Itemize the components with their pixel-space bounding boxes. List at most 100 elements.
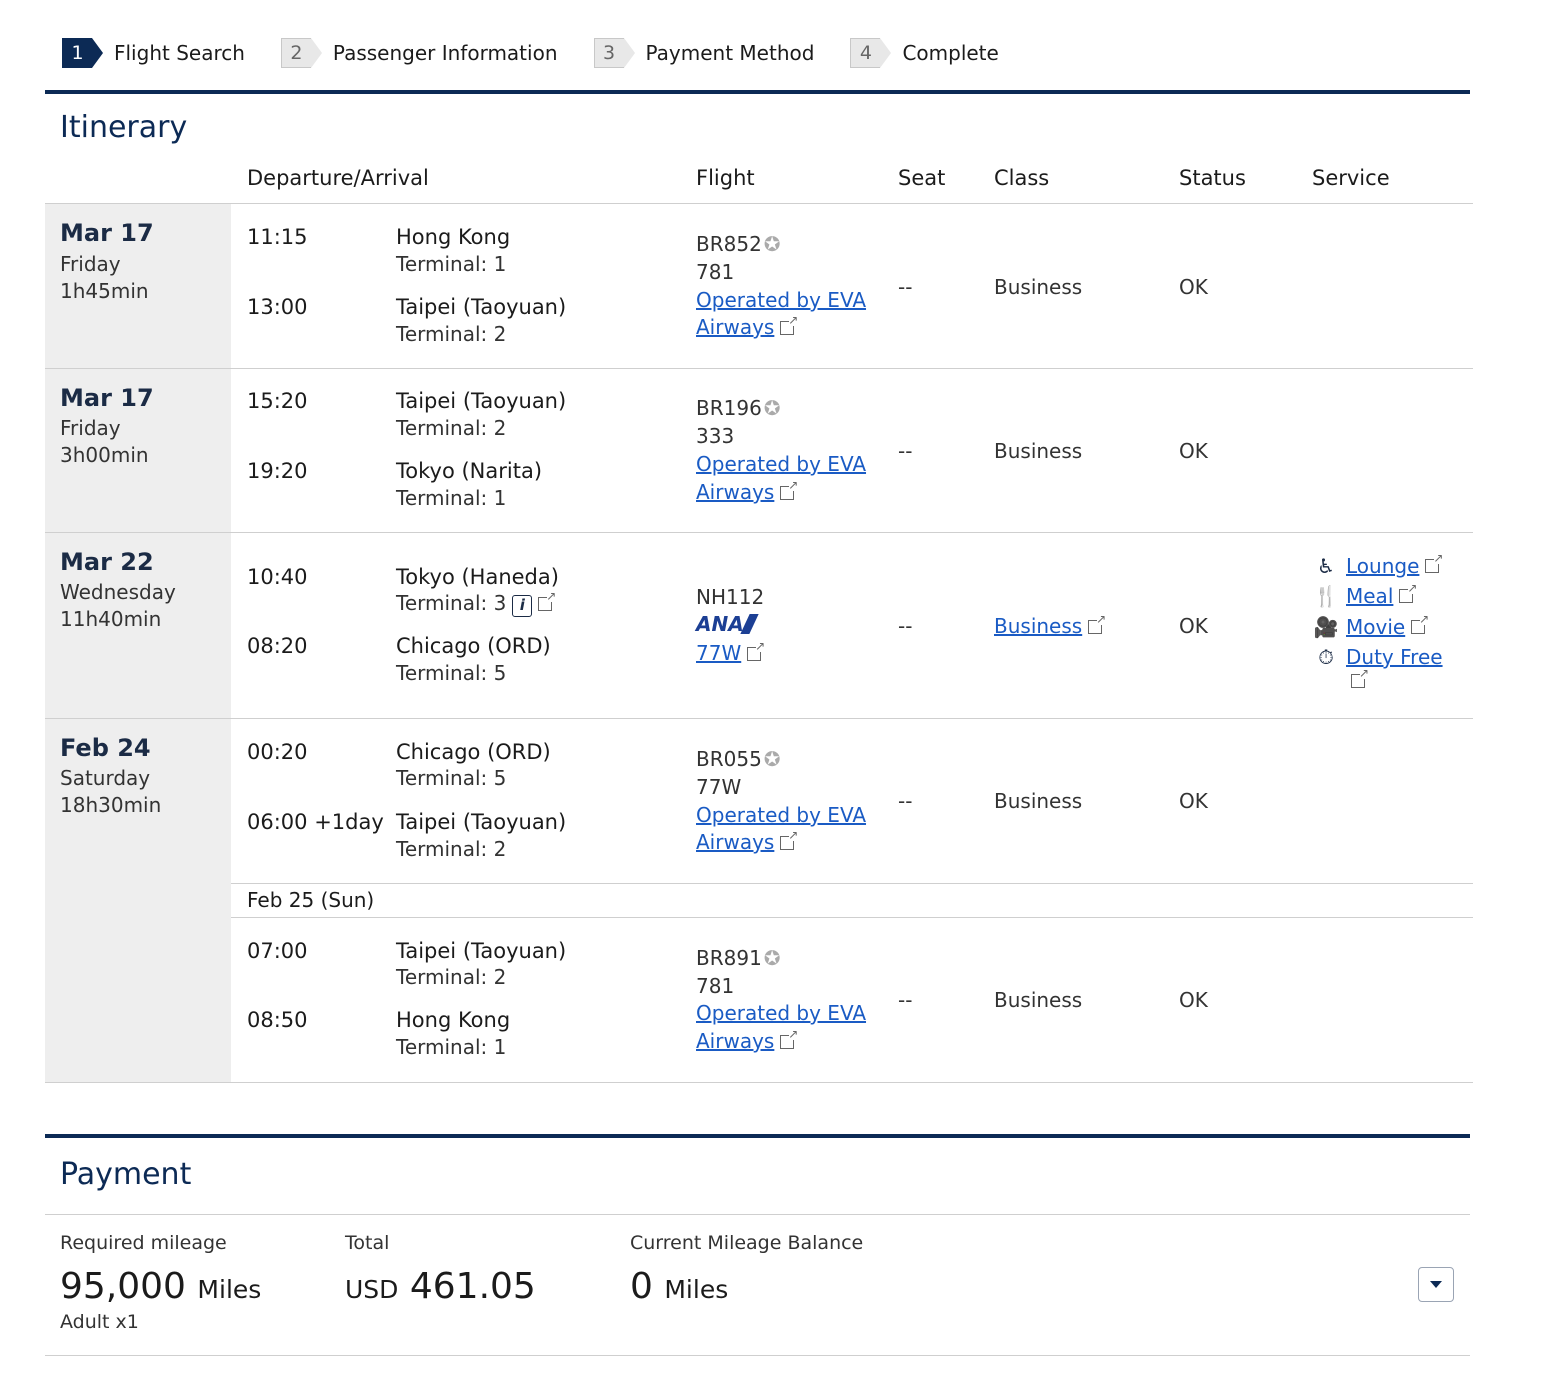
service-lounge[interactable]: ♿ Lounge [1313,551,1443,578]
ana-logo: ANA [696,612,759,636]
row-divider [231,917,1473,918]
segment-weekday: Friday [60,416,121,440]
flight-number: BR196 ✪ [696,396,781,420]
header-class: Class [994,166,1050,190]
operated-by-link-line2[interactable]: Airways [696,478,798,504]
external-link-icon [1351,666,1369,688]
section-divider [45,1134,1470,1138]
passenger-count: Adult x1 [60,1311,139,1333]
step-flight-search: 1 Flight Search [62,38,245,68]
mileage-balance-unit: Miles [664,1275,729,1304]
external-link-icon [780,1027,798,1049]
segment-duration: 18h30min [60,793,162,817]
flight-number-text: BR852 [696,232,762,256]
class-link-text[interactable]: Business [994,614,1082,638]
operated-by-link-text[interactable]: Airways [696,1029,774,1053]
flight-number-text: BR196 [696,396,762,420]
arrival-city: Chicago (ORD) [396,634,551,658]
total-currency: USD [345,1275,399,1304]
operated-by-link-line2[interactable]: Airways [696,828,798,854]
class-value: Business [994,988,1083,1012]
operated-by-link[interactable]: Operated by EVA [696,1001,866,1025]
step-number: 4 [850,38,892,68]
duty-free-icon: ⏱ [1318,645,1334,669]
total-value: USD 461.05 [345,1266,536,1307]
row-divider [45,1214,1470,1215]
seat-value: -- [898,439,913,463]
departure-city: Taipei (Taoyuan) [396,389,567,413]
arrival-time: 08:50 [247,1008,308,1032]
external-link-icon [780,828,798,850]
airline-logo-text: ANA [696,612,744,636]
total-amount: 461.05 [409,1266,536,1307]
status-value: OK [1179,275,1208,299]
operated-by-link-text[interactable]: Airways [696,830,774,854]
step-number: 2 [280,38,322,68]
operated-by-link-text[interactable]: Airways [696,480,774,504]
aircraft-type: 781 [696,974,735,998]
step-payment-method: 3 Payment Method [593,38,814,68]
service-duty-free[interactable]: ⏱ Duty Free [1313,645,1442,669]
flight-number: BR852 ✪ [696,232,781,256]
departure-terminal: Terminal: 2 [396,416,507,440]
service-meal[interactable]: 🍴 Meal [1313,581,1418,608]
row-divider [45,1082,1473,1083]
header-flight: Flight [696,166,755,190]
row-divider [45,1355,1470,1356]
header-seat: Seat [898,166,946,190]
service-link[interactable]: Movie [1346,615,1405,639]
aircraft-link[interactable]: 77W [696,639,765,665]
step-number: 1 [62,38,103,68]
payment-details-toggle[interactable] [1418,1267,1454,1302]
flight-number: BR891 ✪ [696,946,781,970]
operated-by-link-line2[interactable]: Airways [696,1027,798,1053]
row-divider [45,203,1473,204]
aircraft-type: 333 [696,424,735,448]
meal-icon: 🍴 [1313,584,1339,608]
step-number: 3 [593,38,635,68]
operated-by-link[interactable]: Operated by EVA [696,803,866,827]
external-link-icon[interactable] [538,589,556,611]
operated-by-link[interactable]: Operated by EVA [696,452,866,476]
external-link-icon [780,478,798,500]
arrival-city: Taipei (Taoyuan) [396,295,567,319]
row-divider [231,883,1473,884]
movie-icon: 🎥 [1313,615,1339,639]
service-movie[interactable]: 🎥 Movie [1313,612,1430,639]
step-label: Complete [902,41,999,65]
terminal-text: Terminal: 3 [396,591,507,615]
arrival-city: Taipei (Taoyuan) [396,810,567,834]
operated-by-link[interactable]: Operated by EVA [696,288,866,312]
status-value: OK [1179,789,1208,813]
aircraft-link-text[interactable]: 77W [696,641,741,665]
flight-number: BR055 ✪ [696,747,781,771]
mileage-balance-label: Current Mileage Balance [630,1232,864,1254]
arrival-time: 08:20 [247,634,308,658]
star-alliance-icon: ✪ [763,396,781,420]
step-label: Passenger Information [332,41,558,65]
segment-weekday: Saturday [60,766,151,790]
service-link[interactable]: Lounge [1346,554,1419,578]
row-divider [45,532,1473,533]
segment-date: Mar 17 [60,384,154,412]
departure-time: 11:15 [247,225,308,249]
service-duty-free-ext[interactable] [1345,666,1369,688]
departure-terminal: Terminal: 2 [396,965,507,989]
status-value: OK [1179,988,1208,1012]
operated-by-link-text[interactable]: Airways [696,315,774,339]
payment-title: Payment [60,1157,192,1192]
seat-value: -- [898,614,913,638]
segment-duration: 11h40min [60,607,162,631]
class-link[interactable]: Business [994,612,1106,638]
operated-by-link-line2[interactable]: Airways [696,313,798,339]
departure-city: Chicago (ORD) [396,740,551,764]
aircraft-type: 77W [696,775,742,799]
service-link[interactable]: Meal [1346,584,1393,608]
arrival-terminal: Terminal: 1 [396,486,507,510]
status-value: OK [1179,614,1208,638]
info-icon[interactable]: i [512,595,533,617]
mileage-balance-value: 0 Miles [630,1266,728,1307]
section-divider [45,90,1470,94]
departure-terminal: Terminal: 1 [396,252,507,276]
departure-time: 10:40 [247,565,308,589]
